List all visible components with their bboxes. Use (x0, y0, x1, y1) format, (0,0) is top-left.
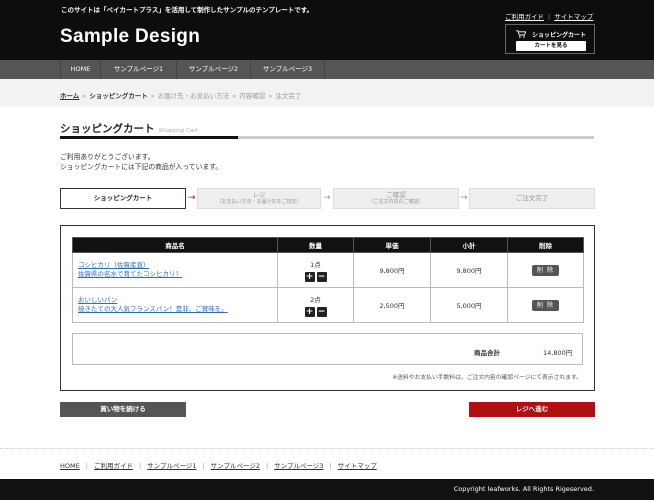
product-name-cell: コシヒカリ（佐賀産直） 佐賀県の名水で育てたコシヒカリ！ (72, 252, 278, 288)
footer-separator: | (202, 462, 205, 470)
breadcrumb-separator: » (82, 92, 87, 100)
nav-item-sample2[interactable]: サンプルページ2 (177, 60, 251, 79)
product-link[interactable]: コシヒカリ（佐賀産直） (78, 261, 150, 269)
footer-link-sample3[interactable]: サンプルページ3 (274, 462, 323, 470)
footer-divider (0, 448, 654, 452)
site-tagline: このサイトは「ペイカートプラス」を活用して制作したサンプルのテンプレートです。 (61, 6, 314, 14)
footer-link-guide[interactable]: ご利用ガイド (94, 462, 133, 470)
step-register: レジ （お支払い方法・お届け先をご指定） (197, 188, 321, 209)
column-header: 単価 (353, 237, 431, 253)
mini-cart-title: ショッピングカート (532, 32, 587, 39)
footer-link-sitemap[interactable]: サイトマップ (338, 462, 377, 470)
global-nav: HOME サンプルページ1 サンプルページ2 サンプルページ3 (0, 60, 654, 79)
column-header: 数量 (277, 237, 354, 253)
delete-button[interactable]: 削 除 (532, 299, 559, 311)
breadcrumb-separator: » (232, 92, 237, 100)
copyright-bar: Copyright leafworks. All Rights Rigeserv… (0, 479, 654, 500)
unit-price: 2,500円 (353, 287, 431, 323)
breadcrumb-step: 内容確認 (239, 92, 266, 100)
subtotal: 5,000円 (430, 287, 508, 323)
step-confirm: ご確認 （ご注文内容のご確認） (333, 188, 459, 209)
table-header-row: 商品名 数量 単価 小計 削除 (72, 237, 584, 253)
checkout-button[interactable]: レジへ進む (469, 402, 595, 417)
column-header: 商品名 (72, 237, 278, 253)
mini-cart: ショッピングカート カートを見る (505, 24, 595, 54)
breadcrumb-step: お届け先・お支払い方法 (157, 92, 230, 100)
product-description-link[interactable]: 焼きたての大人気フランスパン！是非、ご賞味を。 (78, 305, 228, 313)
footer-separator: | (329, 462, 332, 470)
intro-line: ショッピングカートには下記の商品が入っています。 (60, 163, 223, 171)
page-title: ショッピングカート Shopping Cart (60, 121, 198, 136)
unit-price: 9,800円 (353, 252, 431, 288)
step-label: ご注文完了 (515, 194, 549, 202)
title-rule-accent (60, 136, 238, 139)
product-link[interactable]: おいしいパン (78, 296, 117, 304)
nav-item-sample3[interactable]: サンプルページ3 (251, 60, 325, 79)
cart-table: 商品名 数量 単価 小計 削除 コシヒカリ（佐賀産直） 佐賀県の名水で育てたコシ… (72, 237, 584, 323)
sitemap-link[interactable]: サイトマップ (554, 13, 593, 21)
header-links: ご利用ガイド | サイトマップ (505, 11, 593, 21)
column-header: 小計 (430, 237, 508, 253)
table-row: おいしいパン 焼きたての大人気フランスパン！是非、ご賞味を。 2点 + − 2,5… (72, 287, 584, 323)
step-sublabel: （ご注文内容のご確認） (368, 199, 424, 205)
table-row: コシヒカリ（佐賀産直） 佐賀県の名水で育てたコシヒカリ！ 1点 + − 9,800… (72, 252, 584, 288)
quantity-cell: 1点 + − (277, 252, 354, 288)
total-label: 商品合計 (474, 349, 500, 357)
breadcrumb-current: ショッピングカート (89, 92, 148, 100)
total-box: 商品合計 14,800円 (72, 333, 583, 365)
footer-separator: | (265, 462, 269, 470)
nav-item-sample1[interactable]: サンプルページ1 (101, 60, 177, 79)
intro-line: ご利用ありがとうございます。 (60, 153, 155, 161)
total-value: 14,800円 (543, 349, 573, 357)
delete-button[interactable]: 削 除 (532, 264, 559, 276)
page-title-sub: Shopping Cart (158, 128, 198, 134)
nav-item-home[interactable]: HOME (61, 60, 101, 79)
footer-links: HOME | ご利用ガイド | サンプルページ1 | サンプルページ2 | サンプルページ3 | サ… (60, 460, 377, 470)
site-logo[interactable]: Sample Design (60, 26, 200, 48)
quantity-value: 2点 (310, 295, 321, 304)
footer-link-sample2[interactable]: サンプルページ2 (211, 462, 260, 470)
copyright-text: Copyright leafworks. All Rights Rigeserv… (453, 485, 594, 493)
site-header: このサイトは「ペイカートプラス」を活用して制作したサンプルのテンプレートです。 … (0, 0, 654, 60)
plus-icon[interactable]: + (304, 271, 315, 282)
breadcrumb-separator: » (150, 92, 155, 100)
product-name-cell: おいしいパン 焼きたての大人気フランスパン！是非、ご賞味を。 (72, 287, 278, 323)
quantity-value: 1点 (310, 260, 321, 269)
step-complete: ご注文完了 (469, 188, 595, 209)
step-label: レジ (252, 191, 266, 199)
product-description-link[interactable]: 佐賀県の名水で育てたコシヒカリ！ (78, 270, 182, 278)
subtotal: 9,800円 (430, 252, 508, 288)
shopping-cart-icon (516, 30, 526, 38)
footer-separator: | (85, 462, 88, 470)
breadcrumb-separator: » (268, 92, 273, 100)
page-title-main: ショッピングカート (60, 123, 155, 135)
breadcrumb-step: 注文完了 (275, 92, 302, 100)
minus-icon[interactable]: − (316, 306, 327, 317)
plus-icon[interactable]: + (304, 306, 315, 317)
shipping-note: ※送料やお支払い手数料は、ご注文内容の確認ページにて表示されます。 (392, 375, 582, 381)
breadcrumb: ホーム» ショッピングカート» お届け先・お支払い方法» 内容確認» 注文完了 (0, 79, 654, 107)
continue-shopping-button[interactable]: 買い物を続ける (60, 402, 186, 417)
step-arrow-icon: → (188, 193, 196, 203)
step-label: ご確認 (386, 191, 406, 199)
delete-cell: 削 除 (507, 252, 584, 288)
step-arrow-icon: → (460, 193, 468, 203)
step-sublabel: （お支払い方法・お届け先をご指定） (216, 199, 302, 205)
quantity-cell: 2点 + − (277, 287, 354, 323)
view-cart-button[interactable]: カートを見る (516, 41, 586, 51)
header-link-separator: | (548, 13, 551, 21)
column-header: 削除 (507, 237, 584, 253)
footer-link-home[interactable]: HOME (60, 462, 80, 470)
guide-link[interactable]: ご利用ガイド (505, 13, 544, 21)
intro-text: ご利用ありがとうございます。 ショッピングカートには下記の商品が入っています。 (60, 152, 222, 172)
step-arrow-icon: → (323, 193, 331, 203)
footer-link-sample1[interactable]: サンプルページ1 (147, 462, 196, 470)
footer-separator: | (138, 462, 142, 470)
step-label: ショッピングカート (93, 194, 153, 202)
minus-icon[interactable]: − (316, 271, 327, 282)
breadcrumb-home[interactable]: ホーム (60, 92, 79, 100)
step-cart: ショッピングカート (60, 188, 186, 209)
delete-cell: 削 除 (507, 287, 584, 323)
